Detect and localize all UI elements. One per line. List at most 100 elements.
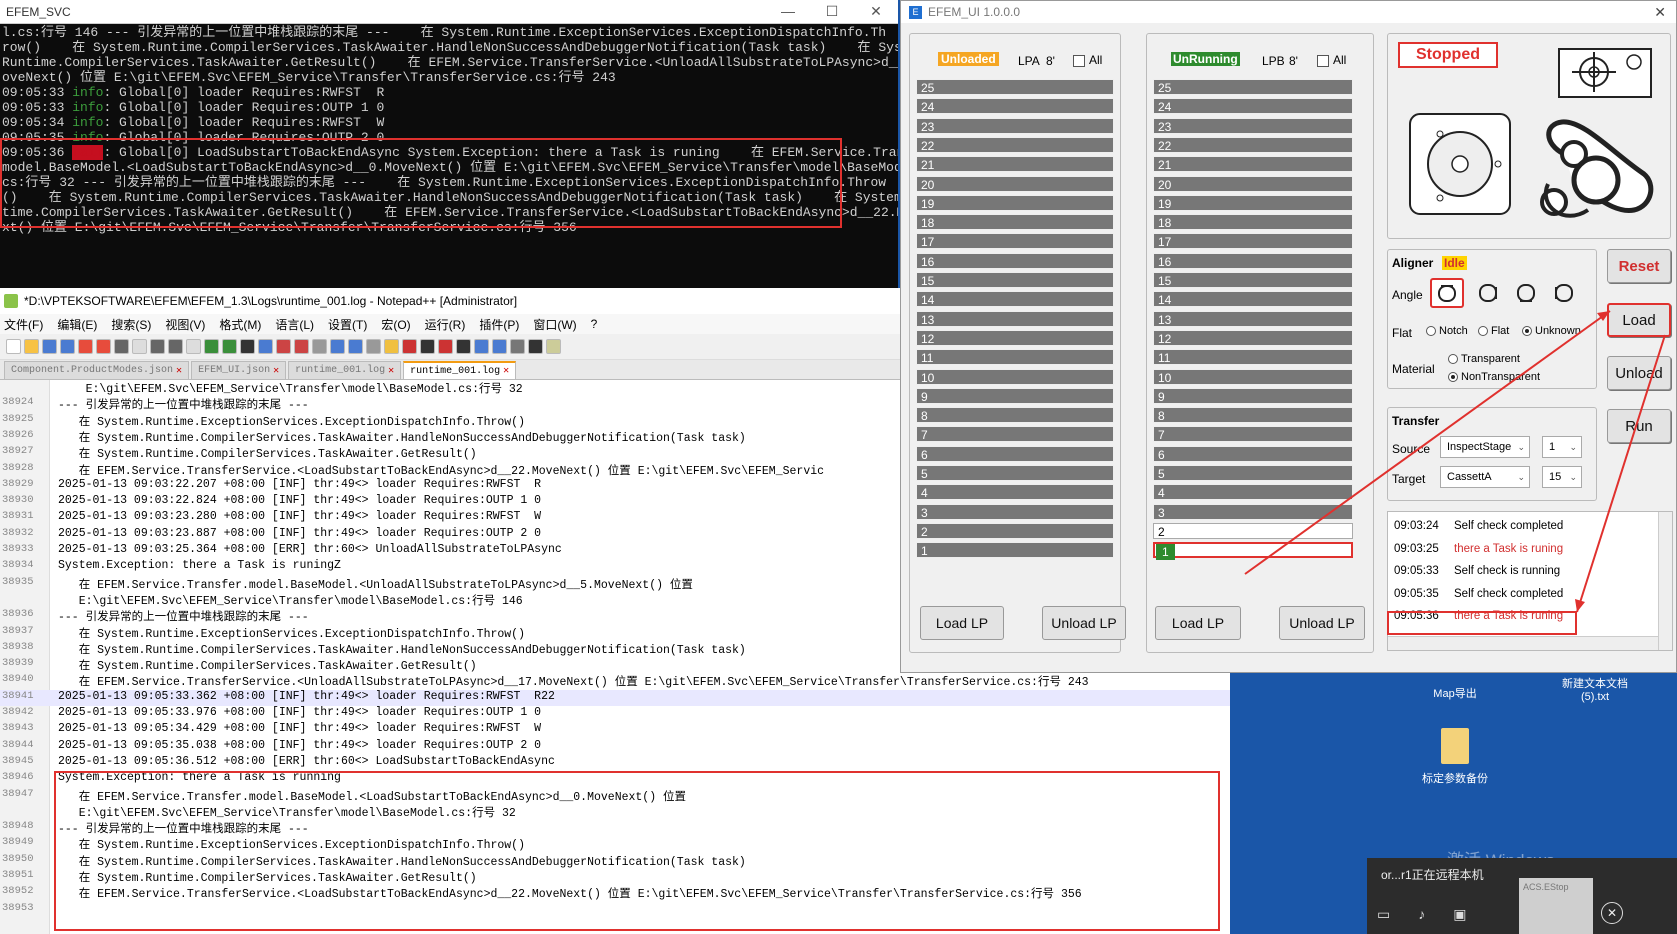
toolbar-icon[interactable] (240, 339, 255, 354)
menu-item[interactable]: 视图(V) (165, 316, 205, 333)
file-tab[interactable]: Component.ProductModes.json ✕ (4, 361, 190, 379)
menu-item[interactable]: 设置(T) (328, 316, 367, 333)
toolbar-icon[interactable] (510, 339, 525, 354)
wafer-slot[interactable]: 6 (1153, 445, 1353, 462)
wafer-slot[interactable]: 20 (1153, 175, 1353, 192)
lpa-load-button[interactable]: Load LP (920, 606, 1004, 640)
menu-item[interactable]: 宏(O) (381, 316, 410, 333)
menu-item[interactable]: 插件(P) (479, 316, 519, 333)
wafer-slot[interactable]: 14 (916, 291, 1114, 308)
close-icon[interactable]: ✕ (1601, 902, 1623, 924)
menu-item[interactable]: 搜索(S) (111, 316, 151, 333)
toolbar-icon[interactable] (528, 339, 543, 354)
wafer-slot[interactable]: 1 (916, 542, 1114, 559)
nontransparent-radio[interactable]: NonTransparent (1448, 371, 1540, 383)
toolbar-icon[interactable] (168, 339, 183, 354)
wafer-slot[interactable]: 21 (916, 156, 1114, 173)
horizontal-scrollbar[interactable] (1388, 636, 1658, 650)
toolbar-icon[interactable] (276, 339, 291, 354)
file-tab[interactable]: EFEM_UI.json ✕ (191, 361, 287, 379)
menu-item[interactable]: 格式(M) (219, 316, 261, 333)
unknown-radio[interactable]: Unknown (1522, 325, 1581, 337)
desktop-icon-textfile[interactable]: 新建文本文档 (5).txt (1545, 675, 1645, 703)
notch-radio[interactable]: Notch (1426, 325, 1468, 337)
event-log[interactable]: 09:03:24 Self check completed 09:03:25 ther… (1387, 511, 1673, 651)
desktop-icon-folder[interactable]: 标定参数备份 (1410, 728, 1500, 786)
wafer-slot[interactable]: 2 (916, 522, 1114, 539)
run-button[interactable]: Run (1607, 409, 1671, 443)
wafer-slot[interactable]: 13 (1153, 310, 1353, 327)
toolbar-icon[interactable] (366, 339, 381, 354)
unload-button[interactable]: Unload (1607, 356, 1671, 390)
wafer-slot[interactable]: 24 (916, 98, 1114, 115)
microphone-icon[interactable]: ♪ (1418, 906, 1425, 923)
lpb-load-button[interactable]: Load LP (1155, 606, 1241, 640)
wafer-slot[interactable]: 12 (916, 329, 1114, 346)
wafer-slot[interactable]: 11 (1153, 349, 1353, 366)
wafer-slot[interactable]: 10 (1153, 368, 1353, 385)
wafer-slot[interactable]: 25 (1153, 79, 1353, 95)
lpa-unload-button[interactable]: Unload LP (1042, 606, 1126, 640)
toolbar-icon[interactable] (348, 339, 363, 354)
angle-option-selected[interactable] (1430, 278, 1464, 308)
toolbar-icon[interactable] (474, 339, 489, 354)
lpa-all-checkbox[interactable]: All (1073, 53, 1102, 67)
wafer-slot[interactable]: 24 (1153, 98, 1353, 115)
toolbar-icon[interactable] (186, 339, 201, 354)
toolbar-icon[interactable] (402, 339, 417, 354)
toolbar-icon[interactable] (384, 339, 399, 354)
wafer-slot[interactable]: 23 (1153, 117, 1353, 134)
wafer-slot[interactable]: 19 (1153, 194, 1353, 211)
toolbar-icon[interactable] (456, 339, 471, 354)
toolbar-icon[interactable] (294, 339, 309, 354)
wafer-slot[interactable]: 9 (1153, 387, 1353, 404)
wafer-slot[interactable]: 7 (916, 426, 1114, 443)
wafer-slot[interactable]: 22 (1153, 136, 1353, 153)
wafer-slot[interactable]: 9 (916, 387, 1114, 404)
wafer-slot[interactable]: 6 (916, 445, 1114, 462)
wafer-slot[interactable]: 18 (916, 214, 1114, 231)
file-tab[interactable]: runtime_001.log ✕ (403, 361, 517, 379)
toolbar-icon[interactable] (42, 339, 57, 354)
wafer-slot[interactable]: 25 (916, 79, 1114, 95)
toolbar-icon[interactable] (492, 339, 507, 354)
toolbar-icon[interactable] (60, 339, 75, 354)
wafer-slot[interactable]: 12 (1153, 329, 1353, 346)
wafer-slot[interactable]: 17 (916, 233, 1114, 250)
toolbar-icon[interactable] (6, 339, 21, 354)
lpb-all-checkbox[interactable]: All (1317, 53, 1346, 67)
wafer-slot[interactable]: 7 (1153, 426, 1353, 443)
close-icon[interactable]: ✕ (176, 365, 182, 377)
reset-button[interactable]: Reset (1607, 249, 1671, 283)
toolbar-icon[interactable] (312, 339, 327, 354)
wafer-slot[interactable]: 18 (1153, 214, 1353, 231)
wafer-slot[interactable]: 10 (916, 368, 1114, 385)
toolbar-icon[interactable] (222, 339, 237, 354)
target-select[interactable]: CassettA ⌄ (1440, 466, 1530, 488)
toolbar-icon[interactable] (258, 339, 273, 354)
maximize-icon[interactable]: ☐ (810, 3, 854, 20)
wafer-slot[interactable]: 4 (916, 484, 1114, 501)
toolbar-icon[interactable] (204, 339, 219, 354)
angle-option-90[interactable] (1474, 280, 1502, 306)
menu-item[interactable]: 窗口(W) (533, 316, 576, 333)
load-button[interactable]: Load (1607, 303, 1671, 337)
target-slot-select[interactable]: 15 ⌄ (1542, 466, 1582, 488)
wafer-slot[interactable]: 15 (1153, 272, 1353, 288)
wafer-slot[interactable]: 2 (1153, 522, 1353, 539)
toolbar-icon[interactable] (420, 339, 435, 354)
wafer-slot[interactable]: 3 (916, 503, 1114, 520)
flat-radio[interactable]: Flat (1478, 325, 1509, 337)
angle-option-270[interactable] (1550, 280, 1578, 306)
close-icon[interactable]: ✕ (388, 365, 394, 377)
wafer-slot[interactable]: 15 (916, 272, 1114, 288)
menu-item[interactable]: 文件(F) (4, 316, 43, 333)
close-icon[interactable]: ✕ (1654, 4, 1666, 21)
toolbar-icon[interactable] (78, 339, 93, 354)
wafer-slot[interactable]: 1 (1153, 542, 1353, 561)
wafer-slot[interactable]: 14 (1153, 291, 1353, 308)
wafer-slot[interactable]: 11 (916, 349, 1114, 366)
wafer-slot[interactable]: 20 (916, 175, 1114, 192)
close-icon[interactable]: ✕ (854, 3, 898, 20)
toolbar-icon[interactable] (438, 339, 453, 354)
